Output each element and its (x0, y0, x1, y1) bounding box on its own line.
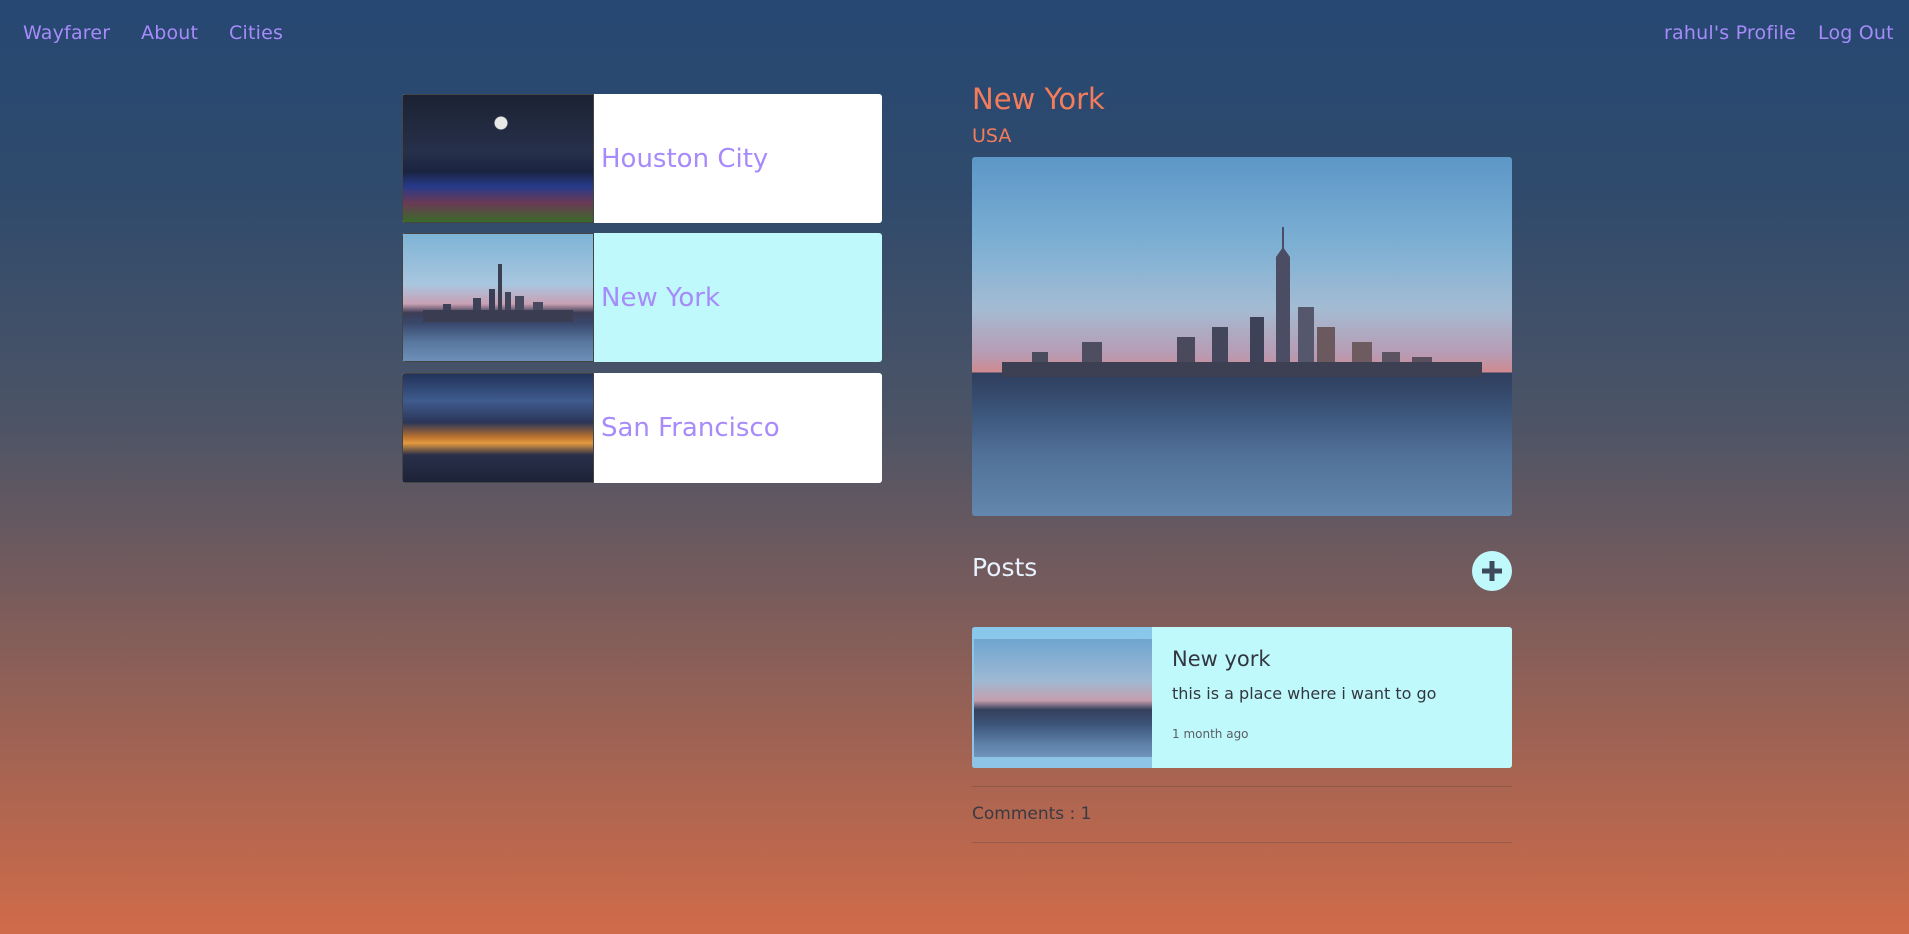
comments-count[interactable]: Comments : 1 (972, 804, 1092, 824)
posts-heading: Posts (972, 553, 1038, 582)
city-country: USA (972, 125, 1012, 147)
skyline-graphic (423, 264, 573, 322)
post-body: this is a place where i want to go (1172, 684, 1437, 703)
cities-link[interactable]: Cities (229, 22, 283, 44)
divider (972, 842, 1512, 843)
city-title: New York (972, 82, 1105, 116)
city-card-name: San Francisco (601, 413, 780, 443)
top-navbar: Wayfarer About Cities rahul's Profile Lo… (0, 0, 1909, 70)
about-link[interactable]: About (141, 22, 198, 44)
post-thumbnail (972, 627, 1152, 768)
city-card-name: Houston City (601, 143, 769, 174)
post-title: New york (1172, 647, 1271, 671)
city-hero-image (972, 157, 1512, 516)
hero-skyline-graphic (1002, 227, 1482, 377)
divider (972, 786, 1512, 787)
profile-link[interactable]: rahul's Profile (1664, 22, 1796, 44)
plus-icon (1482, 561, 1502, 581)
new-york-thumbnail (402, 233, 594, 362)
logout-link[interactable]: Log Out (1818, 22, 1894, 44)
post-card[interactable]: New york this is a place where i want to… (972, 627, 1512, 768)
city-card-san-francisco[interactable]: San Francisco (402, 373, 882, 483)
add-post-button[interactable] (1472, 551, 1512, 591)
brand-link[interactable]: Wayfarer (23, 22, 110, 44)
post-timestamp: 1 month ago (1172, 727, 1249, 741)
houston-city-thumbnail (402, 94, 594, 223)
san-francisco-thumbnail (402, 373, 594, 483)
city-card-name: New York (601, 282, 721, 313)
city-card-new-york[interactable]: New York (402, 233, 882, 362)
city-card-houston[interactable]: Houston City (402, 94, 882, 223)
